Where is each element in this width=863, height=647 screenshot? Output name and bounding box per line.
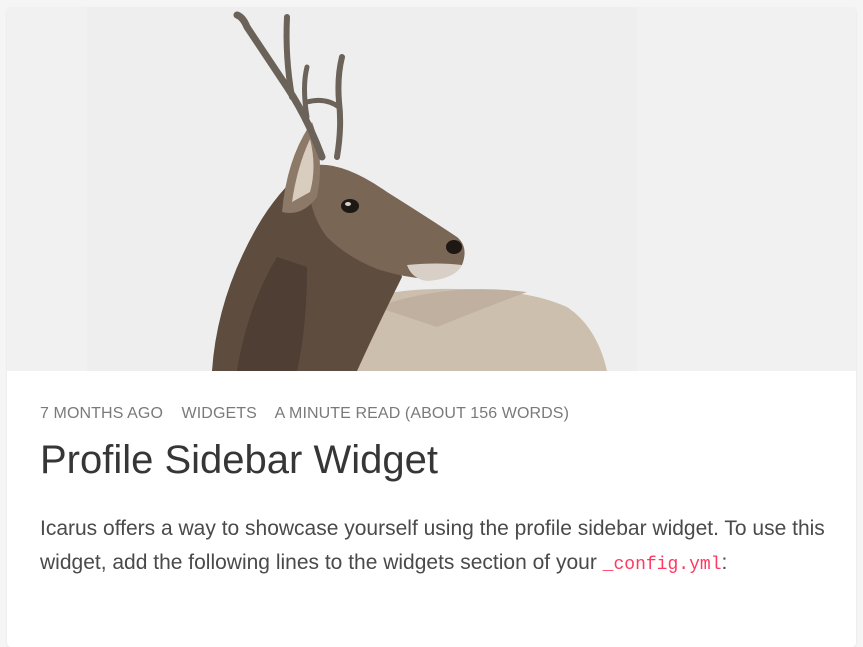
category-link[interactable]: WIDGETS — [182, 405, 257, 422]
post-card: 7 MONTHS AGO WIDGETS A MINUTE READ (ABOU… — [7, 7, 856, 647]
post-date: 7 MONTHS AGO — [40, 405, 163, 422]
config-file-code: _config.yml — [602, 555, 722, 575]
deer-photo — [7, 7, 856, 371]
post-thumbnail[interactable] — [7, 7, 856, 371]
post-meta: 7 MONTHS AGO WIDGETS A MINUTE READ (ABOU… — [40, 404, 826, 424]
post-content: 7 MONTHS AGO WIDGETS A MINUTE READ (ABOU… — [40, 371, 826, 582]
post-title[interactable]: Profile Sidebar Widget — [40, 434, 826, 486]
excerpt-tail: : — [721, 551, 728, 574]
reading-time: A MINUTE READ (ABOUT 156 WORDS) — [274, 405, 569, 422]
post-excerpt: Icarus offers a way to showcase yourself… — [40, 512, 826, 582]
